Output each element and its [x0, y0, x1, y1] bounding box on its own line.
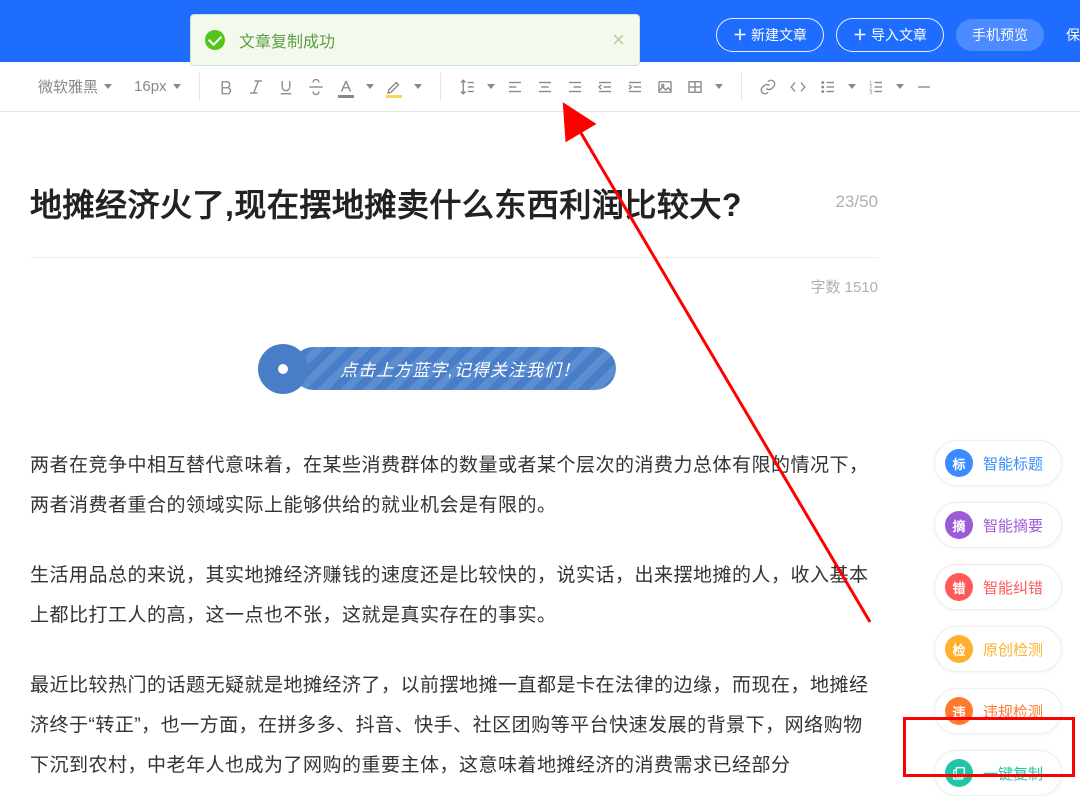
one-click-copy-button[interactable]: 一键复制	[934, 750, 1062, 796]
indent-increase-button[interactable]	[621, 73, 649, 101]
check-circle-icon	[205, 30, 225, 50]
smart-proofread-button[interactable]: 错 智能纠错	[934, 564, 1062, 610]
chevron-down-icon[interactable]	[414, 84, 422, 89]
chevron-down-icon	[173, 84, 181, 89]
paragraph[interactable]: 生活用品总的来说，其实地摊经济赚钱的速度还是比较快的，说实话，出来摆地摊的人，收…	[30, 556, 878, 636]
one-click-copy-label: 一键复制	[983, 763, 1043, 784]
copy-document-icon	[945, 759, 973, 787]
smart-summary-label: 智能摘要	[983, 515, 1043, 536]
align-right-button[interactable]	[561, 73, 589, 101]
toast-success: 文章复制成功 ×	[190, 14, 640, 66]
toast-close-button[interactable]: ×	[612, 29, 625, 51]
highlight-color-button[interactable]	[380, 73, 408, 101]
line-height-button[interactable]	[453, 73, 481, 101]
bold-button[interactable]	[212, 73, 240, 101]
new-article-label: 新建文章	[751, 25, 807, 45]
editor-wrap: 地摊经济火了,现在摆地摊卖什么东西利润比较大? 23/50 字数 1510 点击…	[0, 112, 1080, 785]
title-row: 地摊经济火了,现在摆地摊卖什么东西利润比较大? 23/50	[0, 112, 908, 247]
article-body[interactable]: 两者在竞争中相互替代意味着，在某些消费群体的数量或者某个层次的消费力总体有限的情…	[0, 426, 908, 785]
table-button[interactable]	[681, 73, 709, 101]
helper-rail: 标 智能标题 摘 智能摘要 错 智能纠错 检 原创检测 违 违规检测 一键复制	[934, 440, 1062, 796]
violation-check-label: 违规检测	[983, 701, 1043, 722]
plus-icon: ＋	[853, 25, 867, 45]
banner-wrap: 点击上方蓝字,记得关注我们！	[0, 347, 908, 390]
align-center-button[interactable]	[531, 73, 559, 101]
originality-check-label: 原创检测	[983, 639, 1043, 660]
horizontal-rule-button[interactable]	[910, 73, 938, 101]
smart-summary-button[interactable]: 摘 智能摘要	[934, 502, 1062, 548]
article-title-input[interactable]: 地摊经济火了,现在摆地摊卖什么东西利润比较大?	[30, 184, 815, 227]
link-button[interactable]	[754, 73, 782, 101]
font-family-select[interactable]: 微软雅黑	[34, 76, 116, 97]
strikethrough-button[interactable]	[302, 73, 330, 101]
svg-text:3: 3	[869, 89, 872, 95]
image-button[interactable]	[651, 73, 679, 101]
paragraph[interactable]: 最近比较热门的话题无疑就是地摊经济了，以前摆地摊一直都是卡在法律的边缘，而现在，…	[30, 666, 878, 786]
text-color-button[interactable]	[332, 73, 360, 101]
word-count-label: 字数 1510	[0, 258, 908, 297]
chevron-down-icon[interactable]	[848, 84, 856, 89]
top-bar-actions: ＋新建文章 ＋导入文章 手机预览 保	[716, 18, 1080, 52]
paragraph[interactable]: 两者在竞争中相互替代意味着，在某些消费群体的数量或者某个层次的消费力总体有限的情…	[30, 446, 878, 526]
font-size-value: 16px	[134, 78, 167, 95]
badge-icon: 错	[945, 573, 973, 601]
badge-icon: 摘	[945, 511, 973, 539]
follow-banner[interactable]: 点击上方蓝字,记得关注我们！	[292, 347, 616, 390]
underline-button[interactable]	[272, 73, 300, 101]
badge-icon: 违	[945, 697, 973, 725]
ordered-list-button[interactable]: 123	[862, 73, 890, 101]
italic-button[interactable]	[242, 73, 270, 101]
indent-decrease-button[interactable]	[591, 73, 619, 101]
chevron-down-icon[interactable]	[366, 84, 374, 89]
unordered-list-button[interactable]	[814, 73, 842, 101]
editor-toolbar: 微软雅黑 16px 123	[0, 62, 1080, 112]
import-article-label: 导入文章	[871, 25, 927, 45]
mobile-preview-button[interactable]: 手机预览	[956, 19, 1044, 51]
editor-area[interactable]: 地摊经济火了,现在摆地摊卖什么东西利润比较大? 23/50 字数 1510 点击…	[0, 112, 908, 785]
badge-icon: 标	[945, 449, 973, 477]
badge-icon: 检	[945, 635, 973, 663]
code-block-button[interactable]	[784, 73, 812, 101]
font-size-select[interactable]: 16px	[130, 78, 185, 95]
new-article-button[interactable]: ＋新建文章	[716, 18, 824, 52]
smart-proofread-label: 智能纠错	[983, 577, 1043, 598]
title-char-counter: 23/50	[835, 192, 878, 212]
chevron-down-icon[interactable]	[487, 84, 495, 89]
chevron-down-icon[interactable]	[715, 84, 723, 89]
chevron-down-icon	[104, 84, 112, 89]
plus-icon: ＋	[733, 25, 747, 45]
align-left-button[interactable]	[501, 73, 529, 101]
font-family-value: 微软雅黑	[38, 76, 98, 97]
save-button[interactable]: 保	[1056, 19, 1080, 51]
toast-message: 文章复制成功	[239, 28, 612, 52]
mobile-preview-label: 手机预览	[972, 25, 1028, 45]
chevron-down-icon[interactable]	[896, 84, 904, 89]
violation-check-button[interactable]: 违 违规检测	[934, 688, 1062, 734]
originality-check-button[interactable]: 检 原创检测	[934, 626, 1062, 672]
import-article-button[interactable]: ＋导入文章	[836, 18, 944, 52]
smart-title-button[interactable]: 标 智能标题	[934, 440, 1062, 486]
smart-title-label: 智能标题	[983, 453, 1043, 474]
